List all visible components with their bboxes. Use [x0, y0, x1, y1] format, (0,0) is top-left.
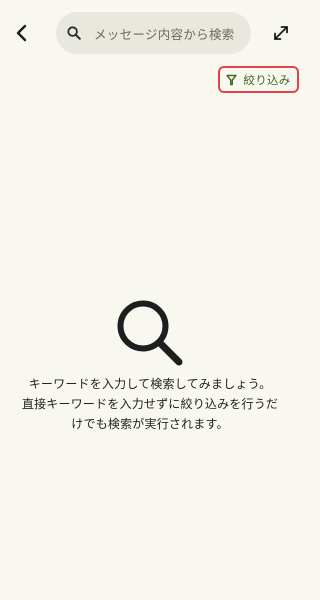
back-button[interactable] [9, 20, 35, 46]
empty-state-line: 直接キーワードを入力せずに絞り込みを行うだ [21, 397, 279, 411]
filter-label: 絞り込み [243, 72, 291, 87]
expand-button[interactable] [270, 22, 292, 44]
search-screen: メッセージ内容から検索 絞り込み キーワードを入力して検索してみましょう。 直接… [0, 0, 300, 600]
empty-state-line: キーワードを入力して検索してみましょう。 [28, 377, 272, 391]
large-search-icon [117, 300, 183, 366]
search-input[interactable]: メッセージ内容から検索 [56, 12, 251, 54]
search-icon [66, 25, 82, 41]
search-placeholder: メッセージ内容から検索 [94, 26, 235, 42]
chevron-left-icon [16, 24, 27, 42]
expand-icon [274, 26, 288, 40]
empty-state-line: けでも検索が実行されます。 [71, 417, 229, 431]
empty-state-message: キーワードを入力して検索してみましょう。 直接キーワードを入力せずに絞り込みを行… [0, 374, 300, 434]
filter-icon [226, 74, 238, 86]
filter-button[interactable]: 絞り込み [218, 66, 299, 93]
